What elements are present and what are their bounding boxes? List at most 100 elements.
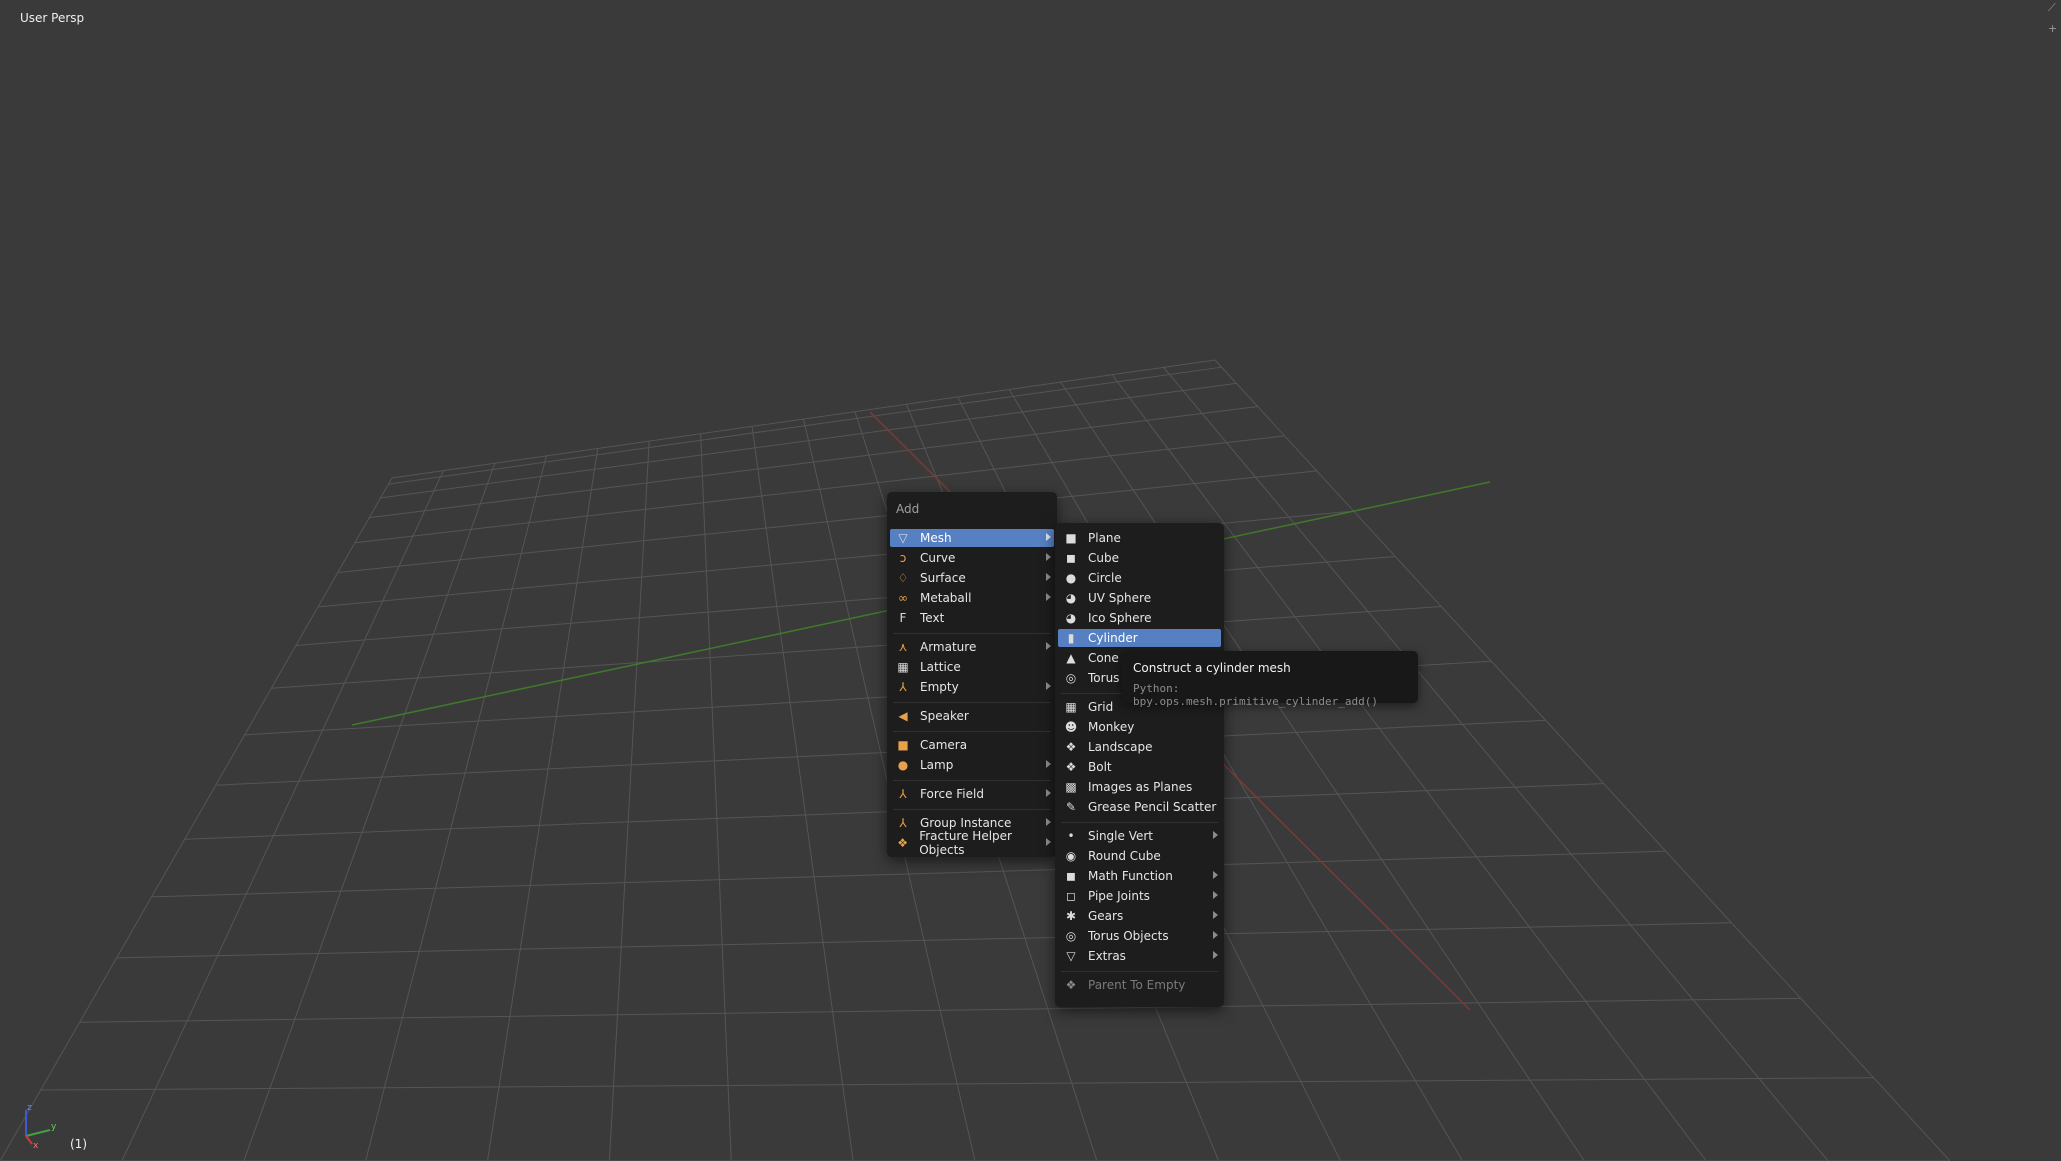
- add-menu-item-label: Group Instance: [920, 816, 1012, 830]
- mesh-menu-item-gears[interactable]: ✱ Gears: [1058, 907, 1221, 925]
- mesh-menu-item-label: Cone: [1088, 651, 1119, 665]
- mesh-menu-item-ico-sphere[interactable]: ◕ Ico Sphere: [1058, 609, 1221, 627]
- ico-sphere-icon: ◕: [1065, 611, 1077, 625]
- grid-line: [116, 922, 1732, 959]
- mesh-menu-item-label: Torus Objects: [1088, 929, 1169, 943]
- add-menu-item-camera[interactable]: ■ Camera: [890, 736, 1054, 754]
- submenu-arrow-icon: [1046, 573, 1051, 581]
- menu-separator: [893, 809, 1051, 810]
- mesh-submenu: ■ Plane ◼ Cube ● Circle ◕ UV Sphere ◕ Ico Sphere ▮…: [1055, 523, 1224, 1007]
- grid-line: [215, 719, 1546, 786]
- submenu-arrow-icon: [1046, 838, 1051, 846]
- add-menu-item-speaker[interactable]: ◀ Speaker: [890, 707, 1054, 725]
- cylinder-tooltip: Construct a cylinder mesh Python: bpy.op…: [1122, 651, 1418, 708]
- mesh-menu-item-pipe-joints[interactable]: ◻ Pipe Joints: [1058, 887, 1221, 905]
- mesh-menu-item-label: Extras: [1088, 949, 1126, 963]
- circle-icon: ●: [1065, 571, 1077, 585]
- round-cube-icon: ◉: [1065, 849, 1077, 863]
- add-menu-item-label: Text: [920, 611, 945, 625]
- mesh-menu-item-label: Single Vert: [1088, 829, 1154, 843]
- mesh-menu-item-label: Grease Pencil Scatter: [1088, 800, 1217, 814]
- submenu-arrow-icon: [1046, 642, 1051, 650]
- grid-line: [751, 426, 854, 1161]
- mesh-menu-item-label: Landscape: [1088, 740, 1153, 754]
- add-menu-item-metaball[interactable]: ∞ Metaball: [890, 589, 1054, 607]
- cylinder-icon: ▮: [1067, 631, 1075, 645]
- mesh-menu-item-single-vert[interactable]: • Single Vert: [1058, 827, 1221, 845]
- mesh-menu-item-label: UV Sphere: [1088, 591, 1152, 605]
- mesh-menu-item-uv-sphere[interactable]: ◕ UV Sphere: [1058, 589, 1221, 607]
- grid-line: [608, 441, 650, 1161]
- mesh-menu-item-label: Cube: [1088, 551, 1119, 565]
- bolt-icon: ❖: [1065, 760, 1077, 774]
- mesh-menu-item-label: Pipe Joints: [1088, 889, 1150, 903]
- add-menu-item-text[interactable]: F Text: [890, 609, 1054, 627]
- current-frame-label: (1): [70, 1137, 87, 1151]
- mesh-menu-item-extras[interactable]: ▽ Extras: [1058, 947, 1221, 965]
- mesh-menu-item-grease-pencil-scatter[interactable]: ✎ Grease Pencil Scatter: [1058, 798, 1221, 816]
- add-menu-item-fracture-helper-objects[interactable]: ❖ Fracture Helper Objects: [890, 829, 1054, 857]
- plane-icon: ■: [1065, 531, 1077, 545]
- single-vert-icon: •: [1067, 829, 1075, 843]
- mesh-menu-item-torus-objects[interactable]: ◎ Torus Objects: [1058, 927, 1221, 945]
- mesh-menu-item-label: Bolt: [1088, 760, 1112, 774]
- area-split-widget-top-right[interactable]: ⟋: [2048, 1, 2056, 15]
- mesh-icon: ▽: [898, 531, 908, 545]
- grid-line: [79, 997, 1801, 1023]
- axis-z-label: z: [27, 1103, 32, 1113]
- mesh-menu-item-monkey[interactable]: ☻ Monkey: [1058, 718, 1221, 736]
- mesh-menu-item-cylinder[interactable]: ▮ Cylinder: [1058, 629, 1221, 647]
- submenu-arrow-icon: [1213, 831, 1218, 839]
- mesh-menu-item-images-as-planes[interactable]: ▩ Images as Planes: [1058, 778, 1221, 796]
- armature-icon: ⋏: [898, 640, 908, 654]
- grid-line: [1214, 359, 1951, 1161]
- axis-gizmo: z y x: [25, 1103, 57, 1150]
- submenu-arrow-icon: [1046, 533, 1051, 541]
- add-menu-item-label: Surface: [920, 571, 966, 585]
- lattice-icon: ▦: [897, 660, 909, 674]
- mesh-menu-item-label: Images as Planes: [1088, 780, 1193, 794]
- region-toggle-plus-icon[interactable]: +: [2048, 22, 2057, 35]
- add-menu-item-label: Fracture Helper Objects: [919, 829, 1012, 857]
- add-menu-item-force-field[interactable]: ⅄ Force Field: [890, 785, 1054, 803]
- add-menu-item-curve[interactable]: ↄ Curve: [890, 549, 1054, 567]
- add-menu-item-lamp[interactable]: ● Lamp: [890, 756, 1054, 774]
- add-menu-title: Add: [896, 502, 920, 516]
- add-menu-item-label: Lattice: [920, 660, 961, 674]
- menu-separator: [893, 633, 1051, 634]
- metaball-icon: ∞: [898, 591, 908, 605]
- submenu-arrow-icon: [1213, 911, 1218, 919]
- add-menu-item-empty[interactable]: ⅄ Empty: [890, 678, 1054, 696]
- torus-objects-icon: ◎: [1065, 929, 1077, 943]
- grid-line: [365, 455, 547, 1161]
- grid-line: [0, 477, 393, 1161]
- mesh-menu-item-round-cube[interactable]: ◉ Round Cube: [1058, 847, 1221, 865]
- parent-to-empty-icon: ❖: [1065, 978, 1077, 992]
- submenu-arrow-icon: [1213, 891, 1218, 899]
- menu-separator: [893, 702, 1051, 703]
- add-menu-item-surface[interactable]: ♢ Surface: [890, 569, 1054, 587]
- mesh-menu-item-label: Round Cube: [1088, 849, 1161, 863]
- add-menu-item-armature[interactable]: ⋏ Armature: [890, 638, 1054, 656]
- uv-sphere-icon: ◕: [1065, 591, 1077, 605]
- mesh-menu-item-label: Parent To Empty: [1088, 978, 1186, 992]
- gears-icon: ✱: [1065, 909, 1077, 923]
- mesh-menu-item-cube[interactable]: ◼ Cube: [1058, 549, 1221, 567]
- mesh-menu-item-label: Plane: [1088, 531, 1121, 545]
- add-menu-item-mesh[interactable]: ▽ Mesh: [890, 529, 1054, 547]
- empty-icon: ⅄: [899, 680, 907, 694]
- mesh-menu-item-math-function[interactable]: ◼ Math Function: [1058, 867, 1221, 885]
- axis-x-label: x: [33, 1141, 39, 1150]
- mesh-menu-item-plane[interactable]: ■ Plane: [1058, 529, 1221, 547]
- mesh-menu-item-label: Cylinder: [1088, 631, 1138, 645]
- grid-line: [40, 1077, 1874, 1091]
- add-menu: Add ▽ Mesh ↄ Curve ♢ Surface ∞ Metaball F Text ⋏ Ar…: [887, 492, 1057, 857]
- camera-icon: ■: [897, 738, 909, 752]
- mesh-menu-item-landscape[interactable]: ❖ Landscape: [1058, 738, 1221, 756]
- speaker-icon: ◀: [898, 709, 908, 723]
- mesh-menu-item-label: Grid: [1088, 700, 1114, 714]
- mesh-menu-item-label: Torus: [1088, 671, 1120, 685]
- add-menu-item-lattice[interactable]: ▦ Lattice: [890, 658, 1054, 676]
- mesh-menu-item-bolt[interactable]: ❖ Bolt: [1058, 758, 1221, 776]
- mesh-menu-item-circle[interactable]: ● Circle: [1058, 569, 1221, 587]
